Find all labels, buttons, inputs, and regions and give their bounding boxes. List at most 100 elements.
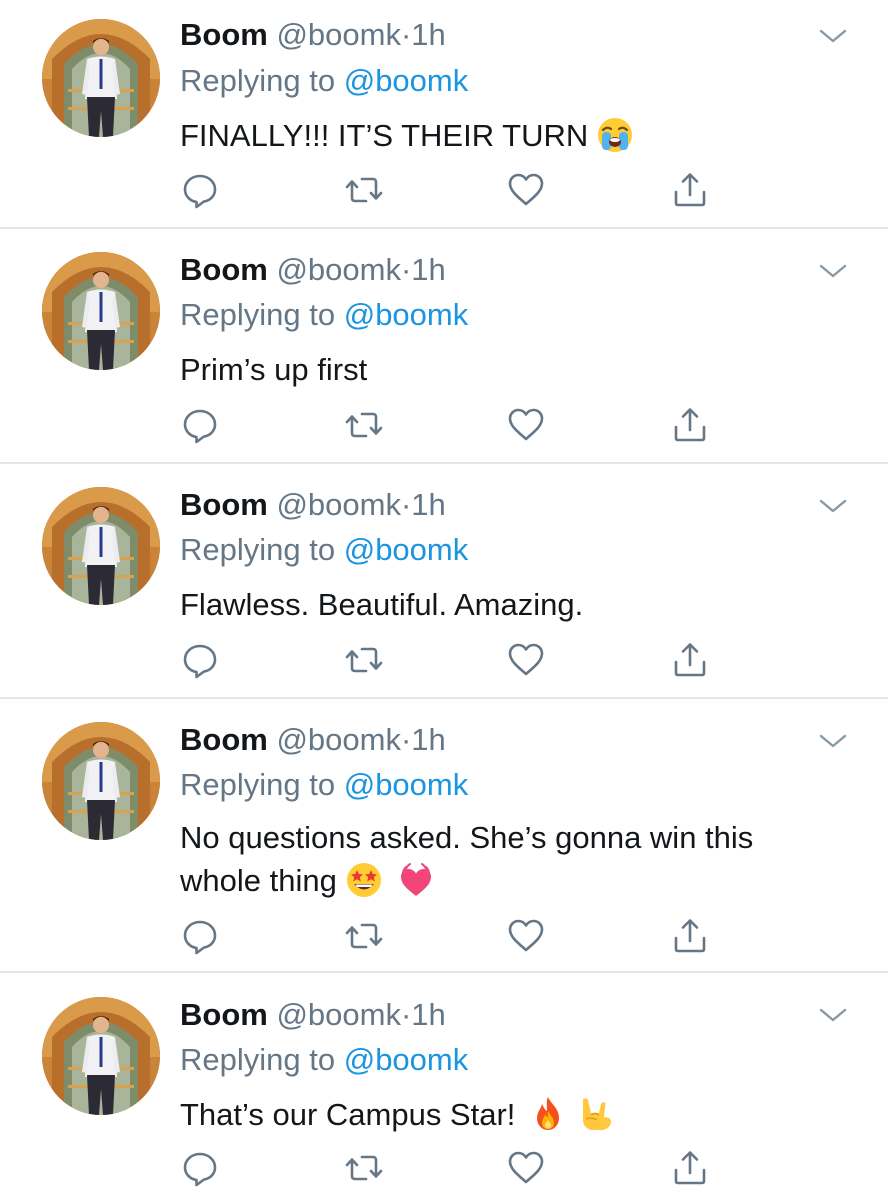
retweet-button[interactable] bbox=[344, 640, 384, 680]
display-name[interactable]: Boom bbox=[180, 722, 268, 757]
timestamp[interactable]: 1h bbox=[411, 997, 445, 1032]
share-icon bbox=[670, 170, 710, 210]
tweet[interactable]: Boom @boomk·1h Replying to @boomk Prim’s… bbox=[0, 229, 888, 463]
avatar[interactable] bbox=[42, 997, 160, 1115]
retweet-icon bbox=[344, 170, 384, 210]
replying-to: Replying to @boomk bbox=[180, 1040, 468, 1080]
timestamp[interactable]: 1h bbox=[411, 17, 445, 52]
tweet[interactable]: Boom @boomk·1h Replying to @boomk That’s… bbox=[0, 973, 888, 1200]
replying-to-label: Replying to bbox=[180, 767, 336, 802]
user-handle[interactable]: @boomk bbox=[276, 997, 401, 1032]
chevron-down-icon[interactable] bbox=[818, 26, 848, 46]
share-icon bbox=[670, 640, 710, 680]
reply-button[interactable] bbox=[180, 1148, 220, 1188]
heart-icon bbox=[506, 405, 546, 445]
timestamp[interactable]: 1h bbox=[411, 252, 445, 287]
timestamp[interactable]: 1h bbox=[411, 722, 445, 757]
heart-icon bbox=[506, 1148, 546, 1188]
reply-button[interactable] bbox=[180, 916, 220, 956]
avatar-image bbox=[42, 252, 160, 370]
separator-dot: · bbox=[400, 997, 412, 1032]
tweet-actions bbox=[180, 640, 740, 680]
retweet-button[interactable] bbox=[344, 170, 384, 210]
tweet-actions bbox=[180, 405, 740, 445]
reply-button[interactable] bbox=[180, 170, 220, 210]
replying-to-mention[interactable]: @boomk bbox=[344, 532, 469, 567]
share-button[interactable] bbox=[670, 405, 710, 445]
fire-emoji bbox=[529, 1095, 567, 1133]
avatar-image bbox=[42, 19, 160, 137]
separator-dot: · bbox=[400, 252, 412, 287]
chevron-down-icon[interactable] bbox=[818, 1005, 848, 1025]
tweet-actions bbox=[180, 916, 740, 956]
tweet-text-content: That’s our Campus Star! bbox=[180, 1097, 516, 1132]
tweet-text-line-1: No questions asked. She’s gonna win this bbox=[180, 820, 754, 855]
reply-icon bbox=[180, 1148, 220, 1188]
display-name[interactable]: Boom bbox=[180, 487, 268, 522]
replying-to-label: Replying to bbox=[180, 532, 336, 567]
reply-button[interactable] bbox=[180, 640, 220, 680]
retweet-button[interactable] bbox=[344, 405, 384, 445]
retweet-icon bbox=[344, 1148, 384, 1188]
like-button[interactable] bbox=[506, 405, 546, 445]
chevron-down-icon[interactable] bbox=[818, 496, 848, 516]
reply-icon bbox=[180, 170, 220, 210]
avatar[interactable] bbox=[42, 252, 160, 370]
heart-icon bbox=[506, 170, 546, 210]
timestamp[interactable]: 1h bbox=[411, 487, 445, 522]
like-button[interactable] bbox=[506, 916, 546, 956]
retweet-button[interactable] bbox=[344, 1148, 384, 1188]
tweet-text: That’s our Campus Star! bbox=[180, 1093, 850, 1136]
avatar[interactable] bbox=[42, 722, 160, 840]
replying-to-mention[interactable]: @boomk bbox=[344, 297, 469, 332]
tweet-header: Boom @boomk·1h bbox=[180, 485, 446, 525]
growing-heart-emoji bbox=[397, 861, 435, 899]
retweet-icon bbox=[344, 640, 384, 680]
reply-button[interactable] bbox=[180, 405, 220, 445]
share-icon bbox=[670, 405, 710, 445]
tweet-header: Boom @boomk·1h bbox=[180, 995, 446, 1035]
chevron-down-icon[interactable] bbox=[818, 261, 848, 281]
reply-icon bbox=[180, 640, 220, 680]
share-button[interactable] bbox=[670, 916, 710, 956]
tweet-header: Boom @boomk·1h bbox=[180, 250, 446, 290]
replying-to-mention[interactable]: @boomk bbox=[344, 63, 469, 98]
tweet-header: Boom @boomk·1h bbox=[180, 720, 446, 760]
like-button[interactable] bbox=[506, 170, 546, 210]
heart-icon bbox=[506, 640, 546, 680]
reply-icon bbox=[180, 405, 220, 445]
display-name[interactable]: Boom bbox=[180, 17, 268, 52]
display-name[interactable]: Boom bbox=[180, 252, 268, 287]
replying-to-mention[interactable]: @boomk bbox=[344, 1042, 469, 1077]
share-button[interactable] bbox=[670, 1148, 710, 1188]
replying-to: Replying to @boomk bbox=[180, 530, 468, 570]
tweet-text-line-2: whole thing bbox=[180, 863, 337, 898]
share-button[interactable] bbox=[670, 170, 710, 210]
replying-to: Replying to @boomk bbox=[180, 765, 468, 805]
share-button[interactable] bbox=[670, 640, 710, 680]
separator-dot: · bbox=[400, 487, 412, 522]
retweet-button[interactable] bbox=[344, 916, 384, 956]
replying-to: Replying to @boomk bbox=[180, 61, 468, 101]
tweet[interactable]: Boom @boomk·1h Replying to @boomk No que… bbox=[0, 699, 888, 972]
like-button[interactable] bbox=[506, 1148, 546, 1188]
avatar[interactable] bbox=[42, 487, 160, 605]
tweet-actions bbox=[180, 1148, 740, 1188]
chevron-down-icon[interactable] bbox=[818, 731, 848, 751]
avatar[interactable] bbox=[42, 19, 160, 137]
replying-to-label: Replying to bbox=[180, 297, 336, 332]
replying-to-label: Replying to bbox=[180, 1042, 336, 1077]
user-handle[interactable]: @boomk bbox=[276, 17, 401, 52]
replying-to: Replying to @boomk bbox=[180, 295, 468, 335]
avatar-image bbox=[42, 997, 160, 1115]
user-handle[interactable]: @boomk bbox=[276, 722, 401, 757]
display-name[interactable]: Boom bbox=[180, 997, 268, 1032]
replying-to-mention[interactable]: @boomk bbox=[344, 767, 469, 802]
tweet[interactable]: Boom @boomk·1h Replying to @boomk FINALL… bbox=[0, 0, 888, 228]
avatar-image bbox=[42, 722, 160, 840]
retweet-icon bbox=[344, 916, 384, 956]
like-button[interactable] bbox=[506, 640, 546, 680]
user-handle[interactable]: @boomk bbox=[276, 487, 401, 522]
user-handle[interactable]: @boomk bbox=[276, 252, 401, 287]
tweet[interactable]: Boom @boomk·1h Replying to @boomk Flawle… bbox=[0, 464, 888, 698]
